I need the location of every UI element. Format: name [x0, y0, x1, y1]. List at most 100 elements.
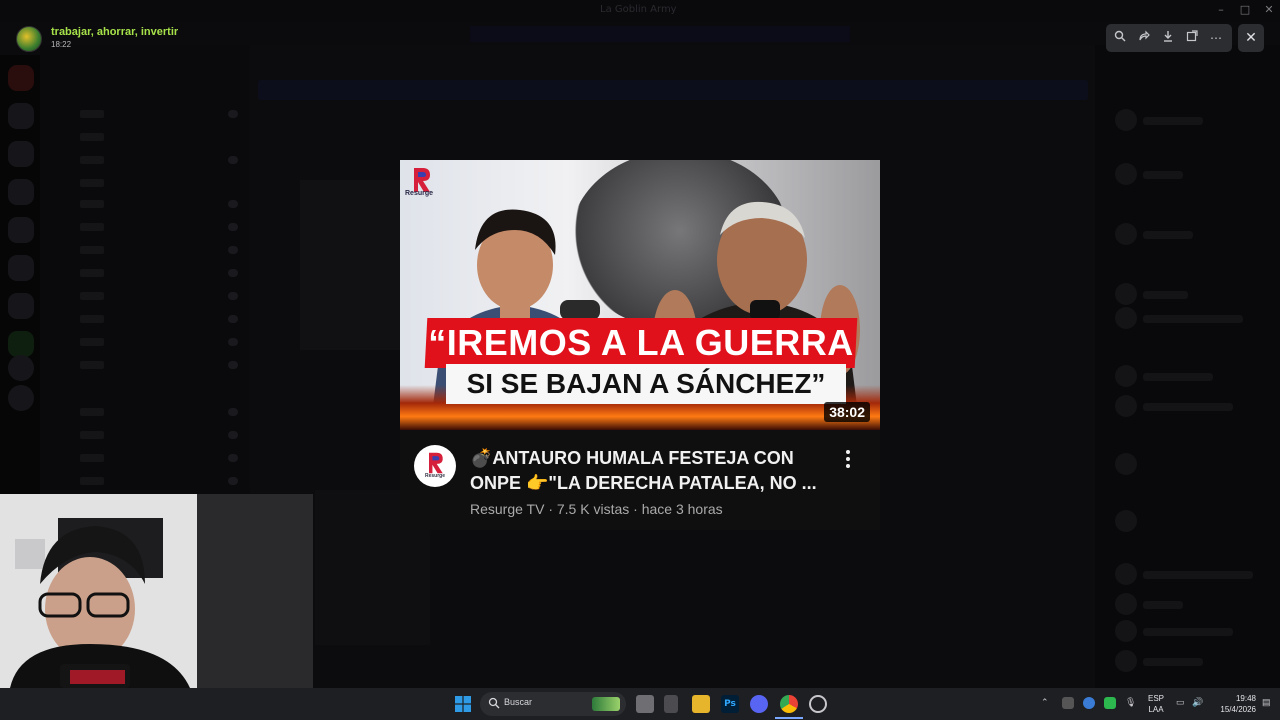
language-indicator[interactable]: ESP LAA: [1146, 693, 1166, 715]
active-indicator: [775, 717, 803, 719]
member-avatar[interactable]: [1115, 163, 1137, 185]
windows-start-icon[interactable]: [455, 696, 471, 712]
file-explorer-icon[interactable]: [692, 695, 710, 713]
announcement-bar: [258, 80, 1088, 100]
member-avatar[interactable]: [1115, 365, 1137, 387]
viewer-toolbar: ⋯: [1106, 24, 1232, 52]
ghost-notice-bar: [470, 26, 850, 42]
member-avatar[interactable]: [1115, 395, 1137, 417]
search-placeholder: Buscar: [504, 697, 533, 707]
download-icon[interactable]: [1160, 30, 1176, 46]
task-view-icon[interactable]: [636, 695, 654, 713]
obs-icon[interactable]: [809, 695, 827, 713]
video-title[interactable]: 💣ANTAURO HUMALA FESTEJA CON ONPE 👉"LA DE…: [470, 446, 840, 496]
channel-item[interactable]: [50, 335, 242, 351]
window-title: La Goblin Army: [600, 4, 677, 15]
video-thumbnail[interactable]: Resurge “IREMOS A LA GUERRA SI SE BAJAN …: [400, 160, 880, 430]
member-avatar[interactable]: [1115, 223, 1137, 245]
youtube-embed-card[interactable]: Resurge “IREMOS A LA GUERRA SI SE BAJAN …: [400, 160, 880, 530]
server-icon[interactable]: [8, 103, 34, 129]
discord-icon[interactable]: [750, 695, 768, 713]
channel-item[interactable]: [50, 266, 242, 282]
server-icon[interactable]: [8, 293, 34, 319]
thumbnail-subheadline: SI SE BAJAN A SÁNCHEZ”: [446, 364, 846, 404]
server-icon[interactable]: [8, 179, 34, 205]
channel-item[interactable]: [50, 289, 242, 305]
media-viewer-header: trabajar, ahorrar, invertir 18:22 ⋯ ✕: [0, 22, 1280, 54]
zoom-icon[interactable]: [1112, 30, 1128, 46]
search-icon: [488, 697, 500, 709]
tray-overflow-icon[interactable]: ⌃: [1041, 697, 1049, 708]
member-avatar[interactable]: [1115, 563, 1137, 585]
member-avatar[interactable]: [1115, 650, 1137, 672]
channel-item[interactable]: [50, 153, 242, 169]
notifications-icon[interactable]: ▤: [1262, 697, 1271, 708]
member-avatar[interactable]: [1115, 593, 1137, 615]
channel-item[interactable]: [50, 176, 242, 192]
member-list: [1095, 45, 1280, 688]
tray-icon[interactable]: [1083, 697, 1095, 709]
member-avatar[interactable]: [1115, 453, 1137, 475]
video-duration: 38:02: [824, 402, 870, 422]
member-avatar[interactable]: [1115, 620, 1137, 642]
close-window-icon[interactable]: ✕: [1262, 3, 1276, 17]
more-options-icon[interactable]: [844, 448, 852, 470]
channel-logo-text: Resurge: [424, 473, 445, 479]
add-server-icon[interactable]: [8, 355, 34, 381]
channel-item[interactable]: [50, 312, 242, 328]
taskbar: Buscar Ps ⌃ 🎙 ESP LAA ▭ 🔊 19:48 15/4/202…: [0, 688, 1280, 720]
member-avatar[interactable]: [1115, 283, 1137, 305]
clock-date: 15/4/2026: [1220, 705, 1256, 714]
close-viewer-button[interactable]: ✕: [1238, 24, 1264, 52]
channel-item[interactable]: [50, 220, 242, 236]
forward-icon[interactable]: [1136, 30, 1152, 46]
tray-icon[interactable]: [1062, 697, 1074, 709]
taskbar-search[interactable]: Buscar: [480, 692, 626, 716]
open-external-icon[interactable]: [1184, 30, 1200, 46]
message-time: 18:22: [51, 40, 72, 49]
minimize-icon[interactable]: –: [1214, 3, 1228, 17]
search-highlight-icon: [592, 697, 620, 711]
maximize-icon[interactable]: □: [1238, 3, 1252, 17]
title-bar: La Goblin Army – □ ✕: [0, 0, 1280, 22]
system-clock[interactable]: 19:48 15/4/2026: [1208, 693, 1256, 715]
webcam-feed: [0, 494, 313, 688]
microphone-icon[interactable]: 🎙: [1125, 697, 1136, 708]
author-name[interactable]: trabajar, ahorrar, invertir: [51, 26, 178, 38]
member-avatar[interactable]: [1115, 510, 1137, 532]
channel-item[interactable]: [50, 197, 242, 213]
thumbnail-logo-text: Resurge: [405, 190, 434, 197]
channel-item[interactable]: [50, 428, 242, 444]
webcam-overlay: [0, 494, 313, 688]
video-meta: Resurge TV · 7.5 K vistas · hace 3 horas: [470, 501, 723, 517]
member-avatar[interactable]: [1115, 307, 1137, 329]
channel-item[interactable]: [50, 107, 242, 123]
server-icon[interactable]: [8, 65, 34, 91]
avatar[interactable]: [16, 26, 42, 52]
tray-icon[interactable]: [1104, 697, 1116, 709]
network-icon[interactable]: ▭: [1176, 697, 1185, 708]
more-icon[interactable]: ⋯: [1208, 30, 1224, 46]
server-icon[interactable]: [8, 217, 34, 243]
explore-icon[interactable]: [8, 385, 34, 411]
server-icon[interactable]: [8, 255, 34, 281]
volume-icon[interactable]: 🔊: [1192, 697, 1203, 708]
channel-item[interactable]: [50, 358, 242, 374]
channel-item[interactable]: [50, 405, 242, 421]
channel-avatar[interactable]: Resurge: [414, 445, 456, 487]
server-icon[interactable]: [8, 141, 34, 167]
keyboard-layout: LAA: [1148, 705, 1164, 714]
channel-item[interactable]: [50, 130, 242, 146]
language-code: ESP: [1147, 694, 1164, 703]
clock-time: 19:48: [1235, 694, 1256, 703]
server-icon[interactable]: [8, 331, 34, 357]
server-name[interactable]: [54, 55, 234, 69]
chrome-icon[interactable]: [780, 695, 798, 713]
channel-item[interactable]: [50, 451, 242, 467]
channel-item[interactable]: [50, 474, 242, 490]
app-icon[interactable]: [664, 695, 678, 713]
photoshop-icon[interactable]: Ps: [721, 695, 739, 713]
channel-item[interactable]: [50, 243, 242, 259]
member-avatar[interactable]: [1115, 109, 1137, 131]
thumbnail-headline: “IREMOS A LA GUERRA: [424, 318, 858, 368]
